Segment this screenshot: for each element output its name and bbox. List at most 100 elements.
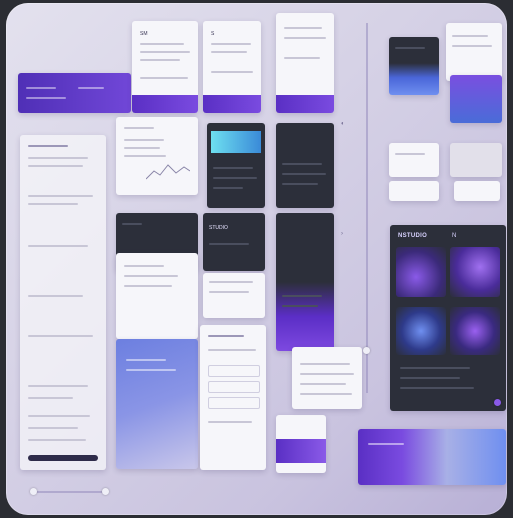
blue-gradient-card[interactable] [116,339,198,469]
right-mid-card-4[interactable] [454,181,500,201]
text-line [300,363,350,365]
text-line [209,281,253,283]
cta-bar[interactable] [203,95,261,113]
studio-detail-card[interactable] [203,273,265,318]
input-field[interactable] [208,365,260,377]
text-line [211,43,251,45]
media-thumb[interactable] [396,307,446,355]
text-line [126,369,176,371]
media-title: NSTUDIO [398,233,428,239]
nav-bar[interactable] [28,455,98,461]
dashboard-card[interactable] [116,117,198,195]
text-line [400,387,474,389]
studio-card[interactable]: STUDIO [203,213,265,271]
text-line [211,51,247,53]
dark-list-card[interactable] [276,123,334,208]
text-line [126,359,166,361]
text-line [140,77,188,79]
media-panel[interactable]: NSTUDIO N [390,225,506,411]
bottom-right-banner[interactable] [358,429,506,485]
purple-glow-card[interactable] [276,213,334,351]
right-mid-card-2[interactable] [450,143,502,177]
design-board: SM S STUDIO NSTUDIO N ◐ › [6,3,507,515]
text-line [28,157,88,159]
right-mid-card-3[interactable] [389,181,439,201]
text-line [124,155,166,157]
right-mid-card-1[interactable] [389,143,439,177]
left-form-card[interactable] [20,135,106,470]
text-line [124,139,164,141]
text-line [213,187,243,189]
right-white-card[interactable] [446,23,502,81]
text-line [395,153,425,155]
cta-bar[interactable] [276,95,334,113]
text-line [124,127,154,129]
timeline-track[interactable] [36,491,106,493]
right-dark-card[interactable] [389,37,439,95]
bottom-cta-card[interactable] [276,415,326,473]
banner-line [26,87,56,89]
text-line [28,295,83,297]
text-line [300,393,352,395]
text-line [28,397,73,399]
article-card-3[interactable] [276,13,334,113]
wave-card[interactable] [116,253,198,339]
text-line [28,385,88,387]
text-line [28,245,88,247]
toggle-icon[interactable]: ◐ [341,121,345,127]
media-thumb[interactable] [396,247,446,297]
scroll-rail[interactable] [366,23,368,393]
banner-line [78,87,104,89]
card-title: S [211,31,215,37]
text-line [282,163,322,165]
text-line [124,147,160,149]
text-line [28,439,86,441]
heading-line [28,145,68,147]
input-field[interactable] [208,397,260,409]
text-line [122,223,142,225]
studio-title: STUDIO [209,225,228,231]
input-field[interactable] [208,381,260,393]
cta-block[interactable] [276,439,326,463]
text-line [124,265,164,267]
timeline-knob[interactable] [102,488,109,495]
text-line [400,367,470,369]
text-line [284,27,322,29]
article-card-2[interactable]: S [203,21,261,113]
text-line [211,71,253,73]
text-line [124,275,178,277]
text-line [28,195,93,197]
text-line [282,173,326,175]
text-line [209,291,249,293]
text-line [284,57,320,59]
text-line [208,349,256,351]
text-line [395,47,425,49]
text-line [28,427,78,429]
gradient-hero-card[interactable] [207,123,265,208]
text-line [28,335,93,337]
text-line [300,373,354,375]
form-card[interactable] [200,325,266,470]
list-card[interactable] [292,347,362,409]
hero-image [211,131,261,153]
chevron-icon[interactable]: › [341,231,343,237]
text-line [284,37,326,39]
text-line [28,165,83,167]
sparkline [146,164,190,180]
text-line [213,167,253,169]
scroll-knob[interactable] [363,347,370,354]
article-card-1[interactable]: SM [132,21,198,113]
text-line [300,383,346,385]
cta-bar[interactable] [132,95,198,113]
media-tag: N [452,233,457,239]
banner-line [26,97,66,99]
right-blue-card[interactable] [450,75,502,123]
left-banner-card[interactable] [18,73,131,113]
media-thumb[interactable] [450,247,500,297]
play-icon[interactable] [494,399,501,406]
timeline-knob[interactable] [30,488,37,495]
media-thumb[interactable] [450,307,500,355]
text-line [282,305,318,307]
text-line [209,243,249,245]
text-line [140,43,184,45]
